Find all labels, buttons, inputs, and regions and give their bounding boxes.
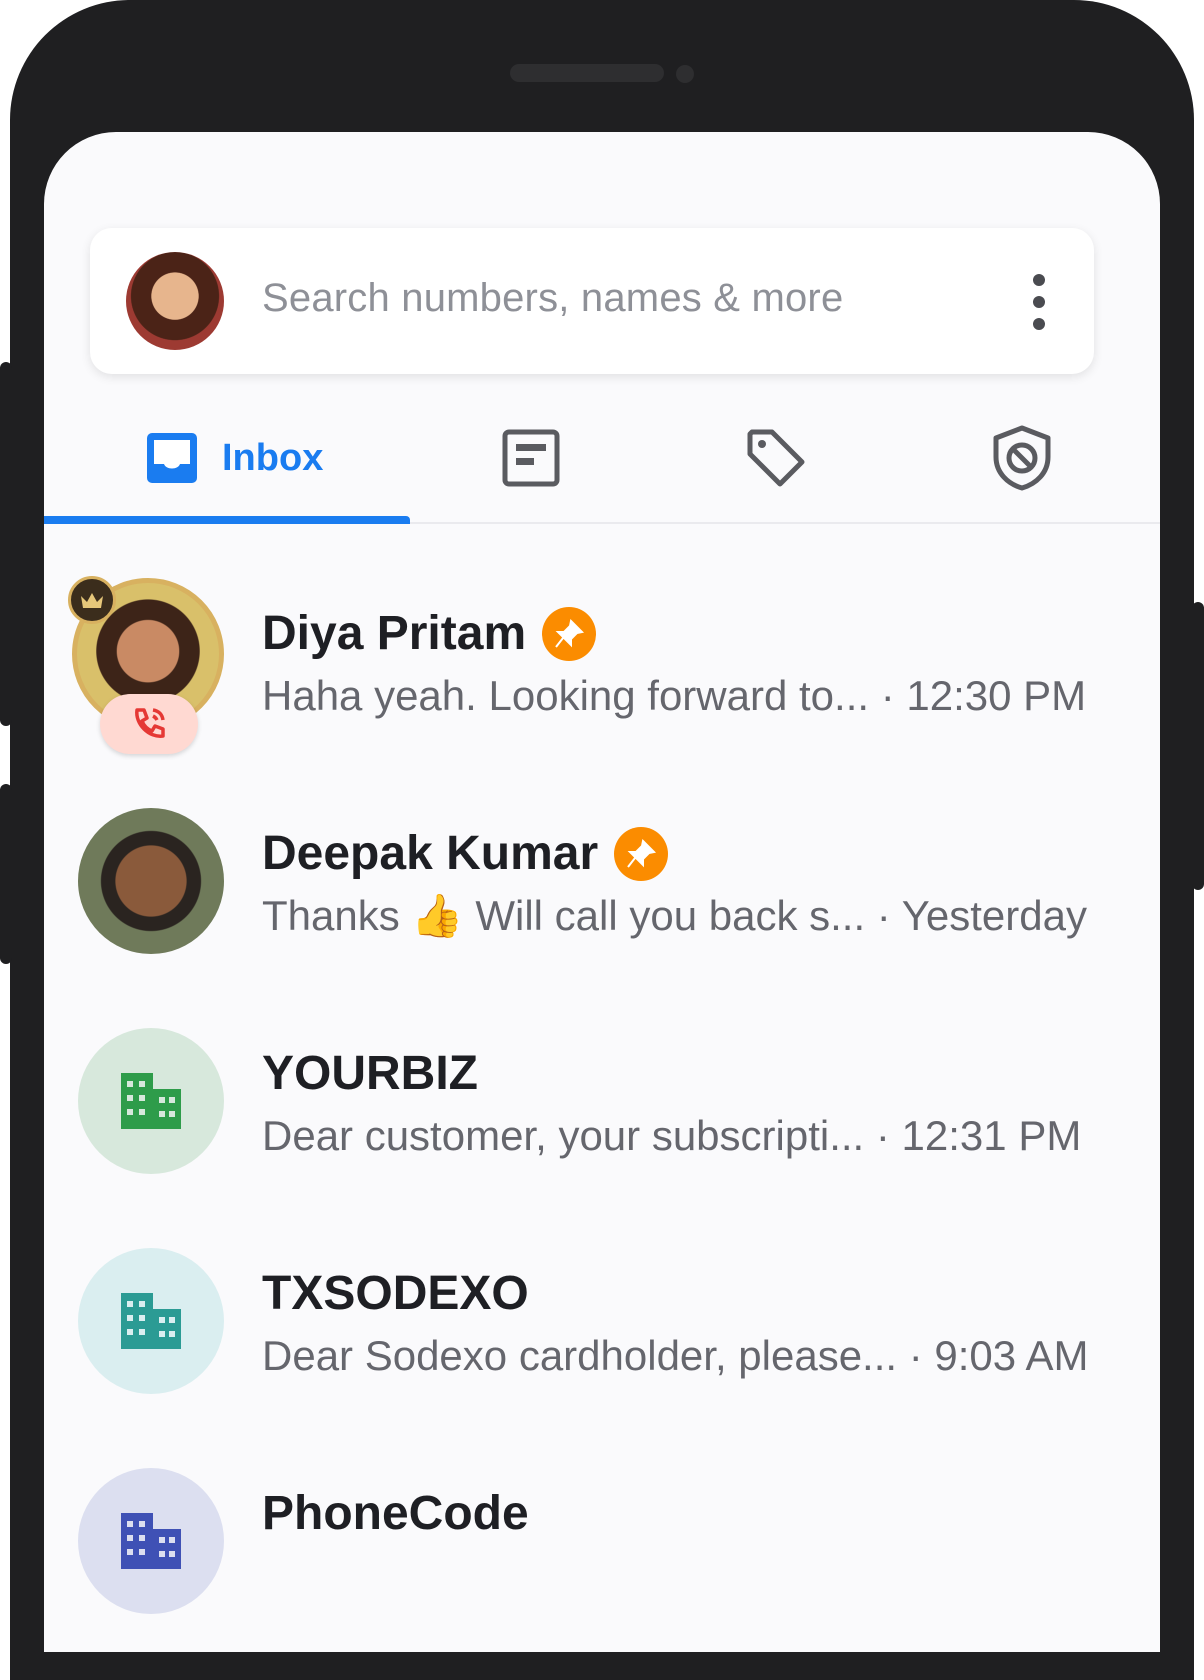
active-tab-indicator bbox=[44, 516, 410, 524]
app-screen: Search numbers, names & more Inbox Diya … bbox=[44, 132, 1160, 1652]
business-avatar bbox=[78, 1248, 224, 1394]
contact-name: Deepak Kumar bbox=[262, 826, 669, 881]
conversation-row[interactable]: Deepak Kumar Thanks 👍 Will call you back… bbox=[44, 792, 1160, 1012]
conversation-row[interactable]: YOURBIZ Dear customer, your subscripti..… bbox=[44, 1012, 1160, 1232]
message-time: 9:03 AM bbox=[934, 1332, 1089, 1379]
search-bar[interactable]: Search numbers, names & more bbox=[90, 228, 1094, 374]
conversation-row[interactable]: TXSODEXO Dear Sodexo cardholder, please.… bbox=[44, 1232, 1160, 1452]
message-time: 12:31 PM bbox=[901, 1112, 1082, 1159]
building-icon bbox=[121, 1293, 181, 1349]
message-preview: Dear customer, your subscripti... · 12:3… bbox=[262, 1112, 1082, 1159]
power-button bbox=[1192, 602, 1204, 890]
message-card-icon bbox=[502, 429, 560, 487]
shield-block-icon bbox=[993, 425, 1051, 491]
premium-crown-icon bbox=[68, 576, 116, 624]
conversation-row[interactable]: Diya Pritam Haha yeah. Looking forward t… bbox=[44, 572, 1160, 792]
tab-spam[interactable] bbox=[992, 418, 1052, 498]
side-button bbox=[0, 784, 12, 964]
tab-inbox[interactable]: Inbox bbox=[144, 418, 323, 498]
building-icon bbox=[121, 1513, 181, 1569]
message-time: Yesterday bbox=[901, 892, 1087, 939]
contact-name: Diya Pritam bbox=[262, 606, 597, 661]
contact-avatar bbox=[78, 808, 224, 954]
conversation-row[interactable]: PhoneCode bbox=[44, 1452, 1160, 1652]
tab-bar: Inbox bbox=[44, 394, 1160, 524]
more-options-icon[interactable] bbox=[1032, 274, 1046, 330]
speaker-grille bbox=[510, 64, 664, 82]
pinned-icon bbox=[542, 606, 597, 661]
business-avatar bbox=[78, 1468, 224, 1614]
profile-avatar[interactable] bbox=[126, 252, 224, 350]
tab-offers[interactable] bbox=[744, 418, 808, 498]
contact-name: PhoneCode bbox=[262, 1487, 529, 1540]
pinned-icon bbox=[614, 826, 669, 881]
building-icon bbox=[121, 1073, 181, 1129]
missed-call-badge bbox=[100, 694, 198, 754]
phone-call-icon bbox=[135, 708, 165, 738]
contact-name: TXSODEXO bbox=[262, 1267, 529, 1320]
business-avatar bbox=[78, 1028, 224, 1174]
tab-inbox-label: Inbox bbox=[222, 436, 324, 479]
tab-messages[interactable] bbox=[502, 418, 560, 498]
volume-button bbox=[0, 362, 12, 726]
message-preview: Thanks 👍 Will call you back s... · Yeste… bbox=[262, 892, 1087, 939]
front-camera bbox=[676, 65, 694, 83]
contact-name: YOURBIZ bbox=[262, 1047, 478, 1100]
message-preview: Haha yeah. Looking forward to... · 12:30… bbox=[262, 672, 1087, 719]
search-placeholder[interactable]: Search numbers, names & more bbox=[262, 276, 843, 321]
tag-icon bbox=[747, 429, 805, 487]
message-time: 12:30 PM bbox=[906, 672, 1087, 719]
message-preview: Dear Sodexo cardholder, please... · 9:03… bbox=[262, 1332, 1089, 1379]
inbox-icon bbox=[147, 433, 197, 483]
